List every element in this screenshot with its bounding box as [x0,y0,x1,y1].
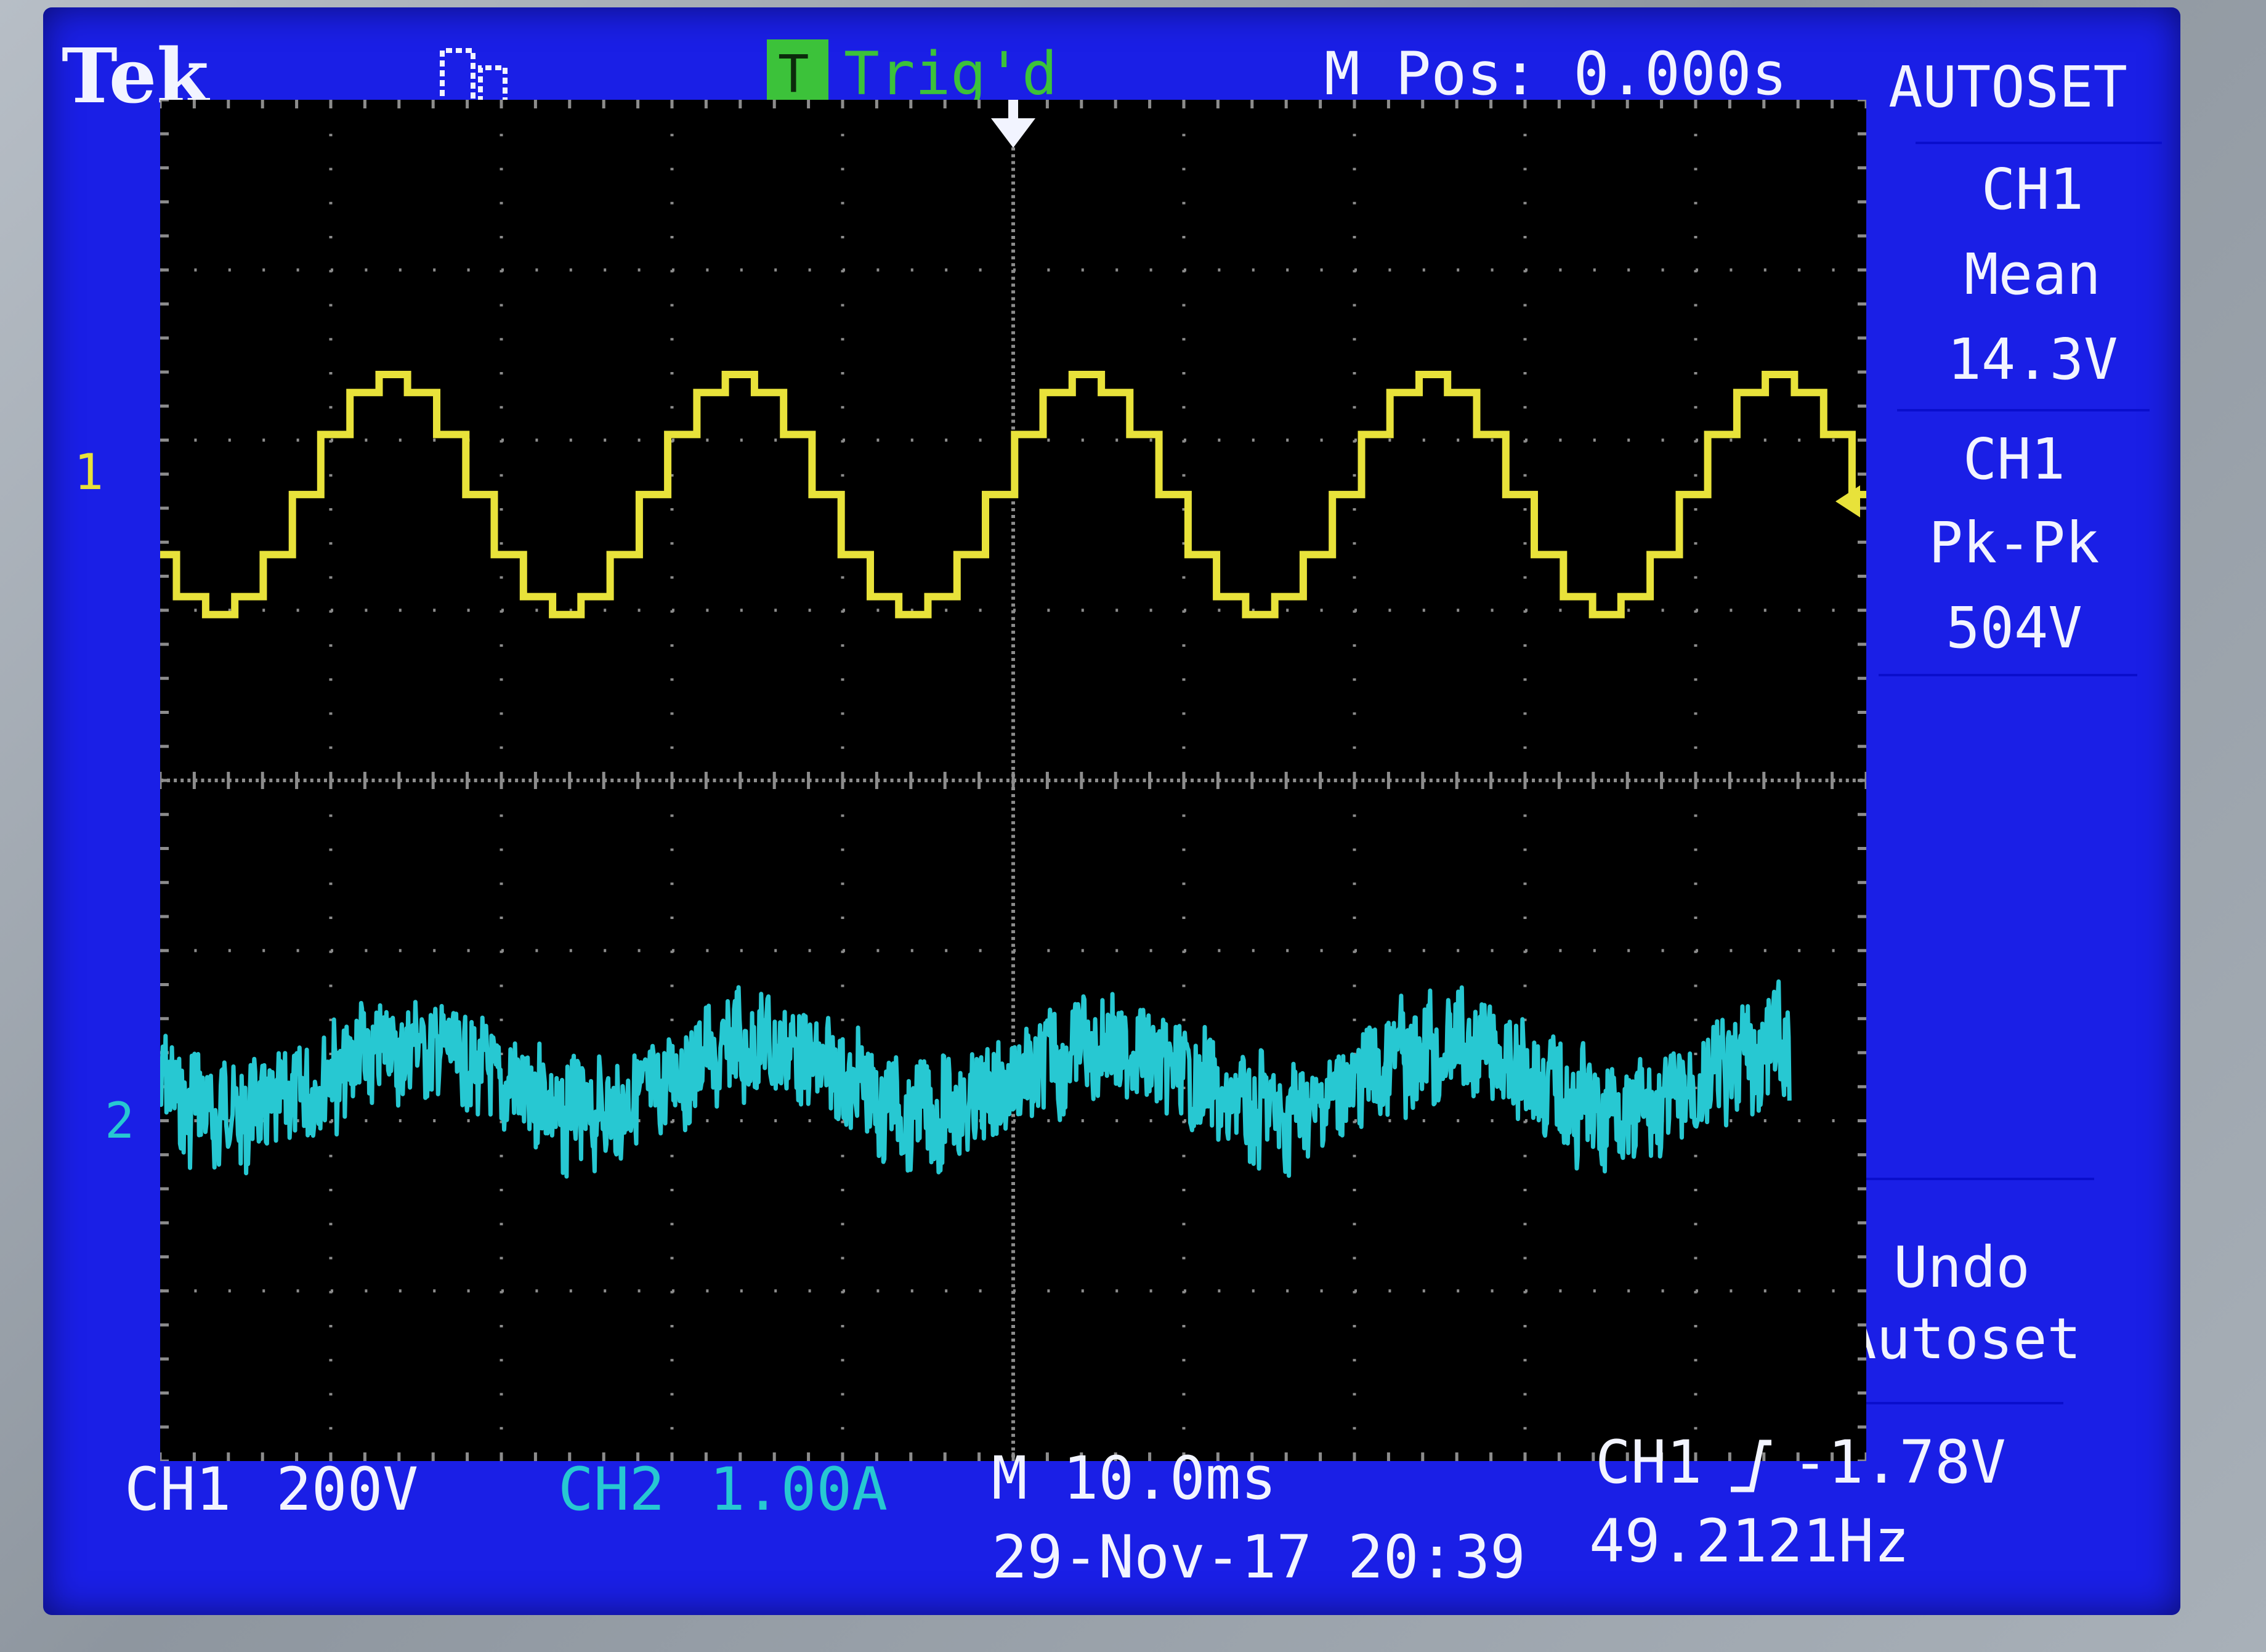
trigger-frequency: 49.2121Hz [1589,1507,1910,1576]
ch1-channel-label: CH1 [124,1455,232,1524]
ch1-ground-marker: 1 [74,443,104,501]
trigger-status: Trig'd [844,39,1058,108]
menu-divider [1835,1178,2094,1180]
trigger-level: -1.78V [1792,1428,2006,1497]
measurement-pkpk-value: 504V [1946,595,2082,661]
trigger-position-arrow-stem [1008,100,1018,124]
menu-divider [1879,674,2137,676]
menu-item-ch1-label: CH1 [1962,426,2066,492]
trigger-source: CH1 [1595,1428,1702,1497]
timebase-setting: M 10.0ms [992,1444,1277,1513]
ch2-channel-label: CH2 [558,1455,665,1524]
date-time: 29-Nov-17 20:39 [992,1523,1526,1592]
ch1-vertical-scale: 200V [276,1455,419,1524]
undo-autoset-button[interactable]: Undo Autoset [1829,1239,2094,1381]
menu-item-ch1-label: CH1 [1981,156,2084,222]
waveform-display [160,100,1866,1461]
autoset-label: Autoset [1842,1306,2081,1372]
menu-title: AUTOSET [1888,54,2127,120]
horizontal-position: M Pos: 0.000s [1324,39,1787,108]
ch2-vertical-scale: 1.00A [710,1455,888,1524]
trigger-t-icon: T [767,39,828,108]
menu-item-mean-label: Mean [1964,241,2101,307]
oscilloscope-screen: Tek T Trig'd M Pos: 0.000s AUTOSET CH1 M… [43,7,2180,1615]
rising-edge-icon [1731,1439,1771,1492]
menu-divider [1897,409,2150,411]
ch2-ground-marker: 2 [105,1092,135,1149]
measurement-mean-value: 14.3V [1947,326,2118,392]
menu-item-pkpk-label: Pk-Pk [1928,510,2100,576]
trigger-letter: T [778,44,809,104]
undo-label: Undo [1893,1234,2030,1300]
menu-divider [1916,142,2162,144]
